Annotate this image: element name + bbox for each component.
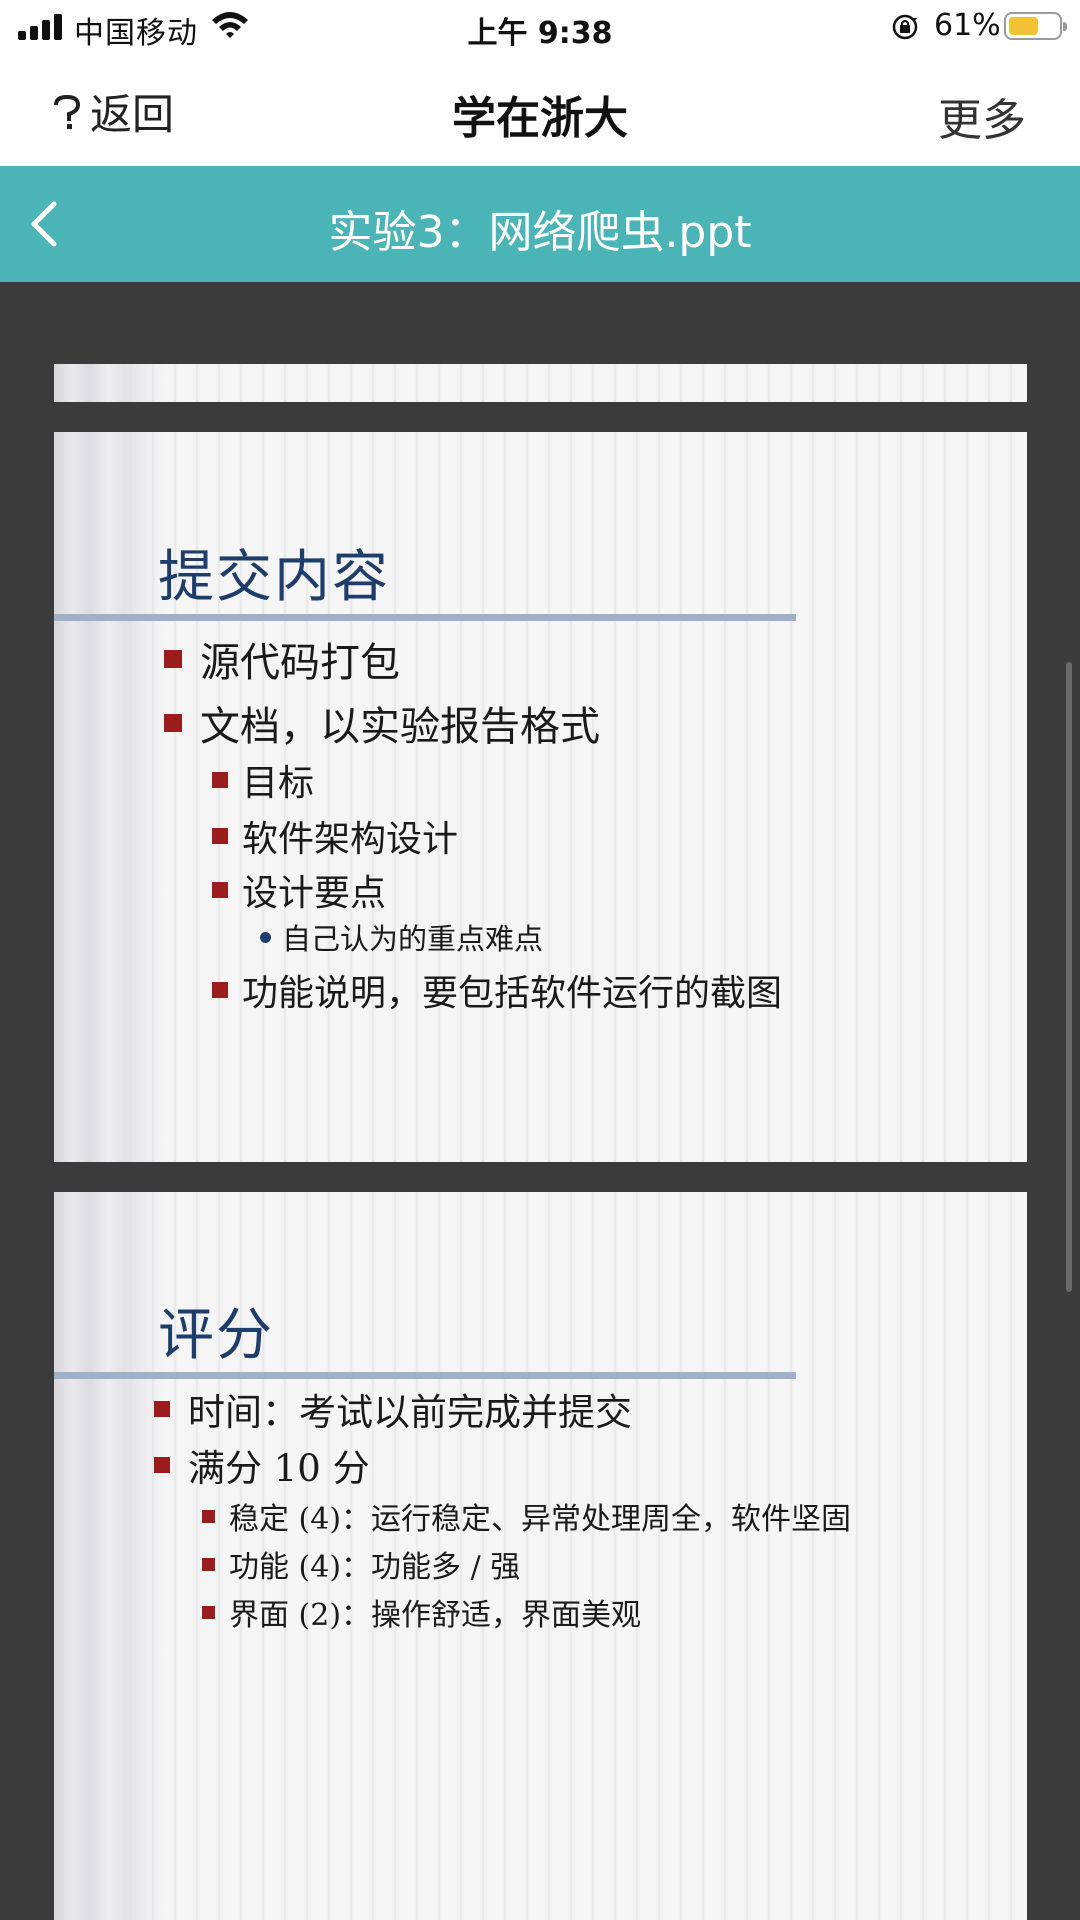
bullet-item: 文档，以实验报告格式 xyxy=(164,694,600,752)
sub-bullet-item: 功能 (4)：功能多 / 强 xyxy=(202,1542,520,1586)
bullet-text: 稳定 (4)：运行稳定、异常处理周全，软件坚固 xyxy=(229,1502,852,1537)
sub-bullet-item: 功能说明，要包括软件运行的截图 xyxy=(212,964,782,1016)
square-bullet-icon xyxy=(212,982,228,998)
bullet-text: 软件架构设计 xyxy=(242,819,459,860)
sub-bullet-item: 稳定 (4)：运行稳定、异常处理周全，软件坚固 xyxy=(202,1494,851,1538)
title-rule xyxy=(54,614,796,621)
vertical-scrollbar[interactable] xyxy=(1066,662,1072,1292)
slide-grading: 评分 时间：考试以前完成并提交 满分 10 分 稳定 (4)：运行稳定、异常处理… xyxy=(54,1192,1027,1920)
slide-title: 提交内容 xyxy=(158,545,390,610)
square-bullet-icon xyxy=(212,828,228,844)
square-bullet-icon xyxy=(202,1557,215,1571)
bullet-item: 时间：考试以前完成并提交 xyxy=(154,1382,632,1436)
bullet-item: 满分 10 分 xyxy=(154,1438,370,1492)
square-bullet-icon xyxy=(212,772,228,788)
rotation-lock-icon xyxy=(892,14,918,40)
sub-sub-bullet-item: 自己认为的重点难点 xyxy=(260,916,543,958)
bullet-text: 目标 xyxy=(242,763,315,804)
bullet-text: 时间：考试以前完成并提交 xyxy=(188,1391,632,1434)
bullet-text: 功能 (4)：功能多 / 强 xyxy=(229,1550,521,1585)
more-button[interactable]: 更多 xyxy=(938,84,1026,148)
bullet-text: 文档，以实验报告格式 xyxy=(200,704,600,750)
nav-bar: 返回 学在浙大 更多 xyxy=(0,56,1080,166)
title-rule xyxy=(54,1372,796,1379)
battery-icon xyxy=(1004,12,1067,40)
slide-title: 评分 xyxy=(158,1303,274,1368)
slide-submission: 提交内容 源代码打包 文档，以实验报告格式 目标 软件架构设计 设计要点 自己认… xyxy=(54,432,1027,1162)
sub-bullet-item: 设计要点 xyxy=(212,864,386,916)
square-bullet-icon xyxy=(202,1509,215,1523)
bullet-text: 设计要点 xyxy=(242,873,387,914)
sub-bullet-item: 界面 (2)：操作舒适，界面美观 xyxy=(202,1590,641,1634)
square-bullet-icon xyxy=(202,1605,215,1619)
slide-viewer[interactable]: 提交内容 源代码打包 文档，以实验报告格式 目标 软件架构设计 设计要点 自己认… xyxy=(0,282,1080,1920)
bullet-text: 自己认为的重点难点 xyxy=(282,922,544,956)
bullet-item: 源代码打包 xyxy=(164,630,400,688)
square-bullet-icon xyxy=(164,714,182,732)
sub-bullet-item: 软件架构设计 xyxy=(212,810,458,862)
bullet-text: 满分 10 分 xyxy=(188,1447,370,1490)
sub-bullet-item: 目标 xyxy=(212,754,314,806)
slide-previous-partial xyxy=(54,364,1027,402)
status-bar: 中国移动 上午 9:38 61% xyxy=(0,0,1080,56)
document-title: 实验3：网络爬虫.ppt xyxy=(328,207,752,258)
bullet-text: 功能说明，要包括软件运行的截图 xyxy=(242,973,783,1014)
app-title: 学在浙大 xyxy=(452,93,628,144)
document-title-bar: 实验3：网络爬虫.ppt xyxy=(0,166,1080,282)
bullet-text: 界面 (2)：操作舒适，界面美观 xyxy=(229,1598,642,1633)
dot-bullet-icon xyxy=(260,931,271,943)
square-bullet-icon xyxy=(164,650,182,668)
square-bullet-icon xyxy=(154,1457,170,1473)
square-bullet-icon xyxy=(212,882,228,898)
square-bullet-icon xyxy=(154,1401,170,1417)
battery-percent: 61% xyxy=(934,8,1001,43)
battery-level-fill xyxy=(1009,17,1039,35)
bullet-text: 源代码打包 xyxy=(200,640,400,686)
